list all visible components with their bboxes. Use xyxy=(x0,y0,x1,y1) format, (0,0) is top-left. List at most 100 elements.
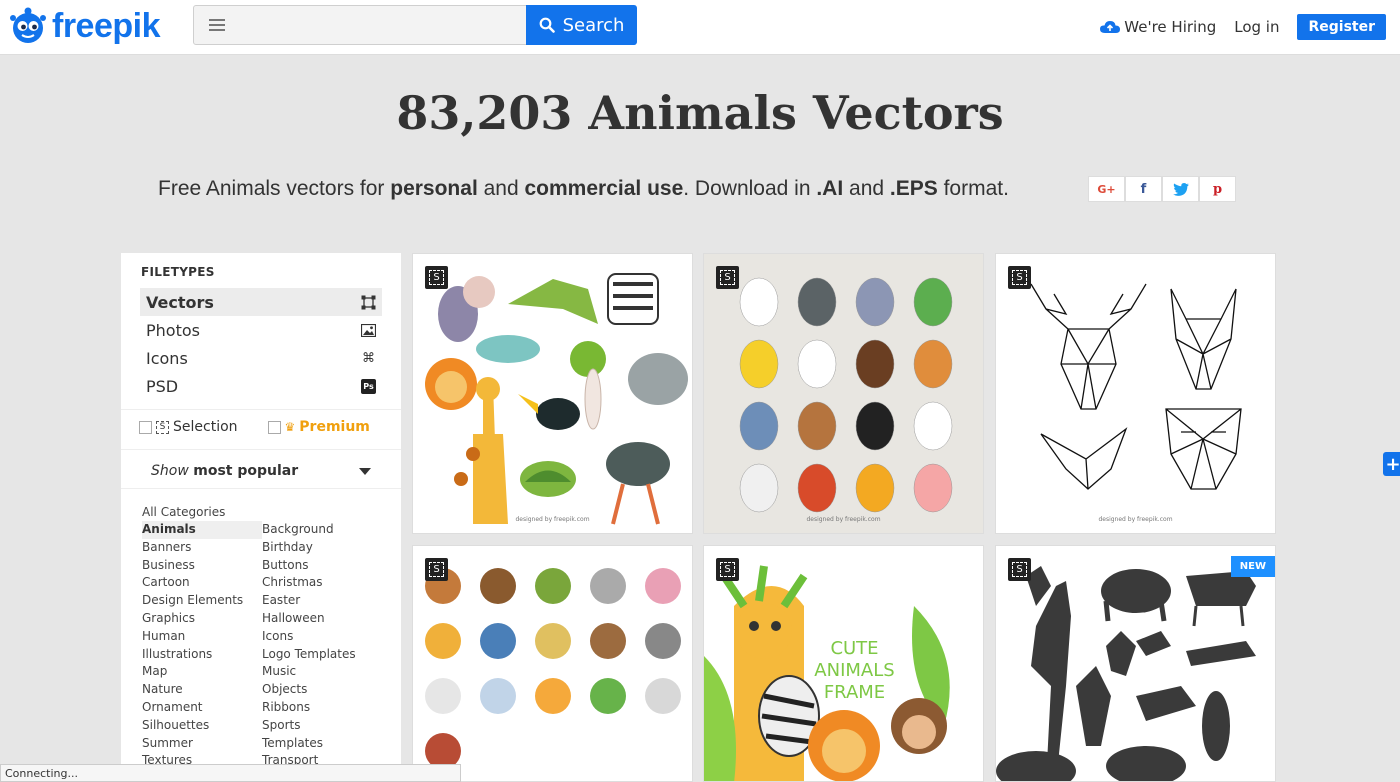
badge-letter: S xyxy=(1012,562,1027,577)
category-link[interactable]: Design Elements xyxy=(142,592,262,610)
badge-letter: S xyxy=(1012,270,1027,285)
subtitle-bold: .EPS xyxy=(889,177,938,200)
engraved-animals-image xyxy=(996,546,1275,781)
divider xyxy=(121,488,401,489)
badge-letter: S xyxy=(720,562,735,577)
category-link[interactable]: Sports xyxy=(262,717,382,735)
search-button[interactable]: Search xyxy=(526,5,637,45)
cloud-upload-icon xyxy=(1100,21,1121,33)
result-card[interactable]: S designed by freepik.com xyxy=(995,253,1276,534)
new-badge: NEW xyxy=(1230,556,1275,577)
selection-badge-icon: S xyxy=(156,420,169,434)
category-link[interactable]: Summer xyxy=(142,735,262,753)
subtitle-bold: commercial use xyxy=(524,177,684,200)
login-link[interactable]: Log in xyxy=(1234,18,1279,36)
hiring-link[interactable]: We're Hiring xyxy=(1100,18,1216,36)
category-link[interactable]: Cartoon xyxy=(142,574,262,592)
search-button-label: Search xyxy=(562,14,625,36)
crown-icon: ♛ xyxy=(284,420,296,434)
category-link[interactable]: Icons xyxy=(262,628,382,646)
filetype-photos[interactable]: Photos xyxy=(140,316,382,344)
badge-letter: S xyxy=(429,270,444,285)
caret-down-icon xyxy=(359,467,371,475)
category-link[interactable]: Ornament xyxy=(142,699,262,717)
category-link[interactable]: Objects xyxy=(262,681,382,699)
register-button[interactable]: Register xyxy=(1297,14,1386,40)
credit-text: designed by freepik.com xyxy=(515,516,590,523)
search-input[interactable] xyxy=(239,5,527,45)
category-link[interactable]: Nature xyxy=(142,681,262,699)
filetype-label: Photos xyxy=(146,320,200,340)
filetype-psd[interactable]: PSD Ps xyxy=(140,372,382,400)
category-link[interactable]: Silhouettes xyxy=(142,717,262,735)
category-link[interactable]: Buttons xyxy=(262,557,382,575)
page-subtitle: Free Animals vectors for personal and co… xyxy=(158,177,1009,201)
category-link[interactable]: Ribbons xyxy=(262,699,382,717)
filetype-vectors[interactable]: Vectors xyxy=(140,288,382,316)
result-card[interactable]: S NEW xyxy=(995,545,1276,782)
plus-tab-button[interactable]: + xyxy=(1383,452,1400,476)
freepik-logo-icon xyxy=(10,7,46,43)
category-link[interactable]: Graphics xyxy=(142,610,262,628)
badge-letter: S xyxy=(429,562,444,577)
badge-letter: S xyxy=(720,270,735,285)
sort-dropdown[interactable]: Show most popular xyxy=(151,463,371,479)
category-link[interactable]: Birthday xyxy=(262,539,382,557)
sort-value: most popular xyxy=(193,463,299,479)
subtitle-text: . Download in xyxy=(683,177,817,200)
geometric-animals-image xyxy=(996,254,1275,533)
category-link[interactable]: Logo Templates xyxy=(262,646,382,664)
category-link[interactable]: Animals xyxy=(142,521,262,539)
selection-badge: S xyxy=(1008,266,1031,289)
selection-checkbox[interactable] xyxy=(139,420,152,434)
sort-show-label: Show xyxy=(151,463,189,479)
result-card[interactable]: S designed by freepik.com xyxy=(703,253,984,534)
animal-circle-image xyxy=(413,546,692,781)
search-icon xyxy=(539,17,555,33)
google-plus-share-button[interactable]: G+ xyxy=(1088,176,1125,202)
menu-button[interactable] xyxy=(193,5,240,45)
facebook-share-button[interactable]: f xyxy=(1125,176,1162,202)
category-link[interactable]: Easter xyxy=(262,592,382,610)
result-card[interactable]: CUTE ANIMALS FRAME S xyxy=(703,545,984,782)
twitter-share-button[interactable]: t xyxy=(1162,176,1199,202)
filetype-label: Vectors xyxy=(146,292,214,312)
result-card[interactable]: S designed by freepik.com xyxy=(412,253,693,534)
category-link[interactable]: Business xyxy=(142,557,262,575)
result-card[interactable]: S xyxy=(412,545,693,782)
subtitle-text: Free Animals vectors for xyxy=(158,177,391,200)
filetypes-heading: FILETYPES xyxy=(141,265,215,279)
license-options: S Selection ♛ Premium xyxy=(139,419,389,435)
hamburger-icon xyxy=(208,24,225,26)
photo-icon xyxy=(361,323,376,337)
category-link[interactable]: Background xyxy=(262,521,382,539)
category-link[interactable]: Human xyxy=(142,628,262,646)
cartoon-animals-image xyxy=(413,254,692,533)
subtitle-text: format. xyxy=(937,177,1009,200)
selection-label: Selection xyxy=(173,419,238,435)
all-categories-link[interactable]: All Categories xyxy=(142,504,392,521)
category-link[interactable]: Banners xyxy=(142,539,262,557)
selection-filter[interactable]: S Selection xyxy=(139,419,238,435)
category-list: All Categories Animals Background Banners B… xyxy=(142,504,392,770)
category-link[interactable]: Illustrations xyxy=(142,646,262,664)
freepik-logo[interactable]: freepik xyxy=(8,6,161,46)
pinterest-share-button[interactable]: p xyxy=(1199,176,1236,202)
subtitle-text: and xyxy=(477,177,525,200)
filetype-list: Vectors Photos Icons ⌘ PSD Ps xyxy=(140,288,382,400)
frame-title-line: FRAME xyxy=(823,682,886,703)
category-link[interactable]: Music xyxy=(262,663,382,681)
filetype-icons[interactable]: Icons ⌘ xyxy=(140,344,382,372)
premium-checkbox[interactable] xyxy=(267,420,281,434)
divider xyxy=(121,449,401,450)
category-link[interactable]: Halloween xyxy=(262,610,382,628)
category-link[interactable]: Templates xyxy=(262,735,382,753)
command-icon: ⌘ xyxy=(362,350,375,366)
category-link[interactable]: Map xyxy=(142,663,262,681)
category-link[interactable]: Christmas xyxy=(262,574,382,592)
page-title: 83,203 Animals Vectors xyxy=(396,86,1004,140)
selection-badge: S xyxy=(425,266,448,289)
premium-filter[interactable]: ♛ Premium xyxy=(267,419,370,435)
vector-icon xyxy=(361,295,376,309)
subtitle-bold: .AI xyxy=(816,177,844,200)
